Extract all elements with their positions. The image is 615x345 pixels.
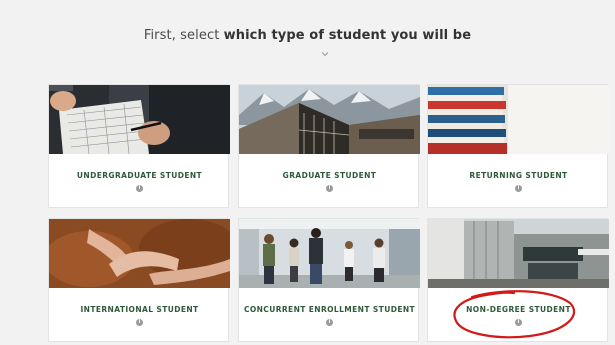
students-walking-hallway-photo <box>239 219 420 288</box>
info-icon[interactable]: i <box>136 319 143 326</box>
info-icon[interactable]: i <box>326 319 333 326</box>
card-non-degree-student[interactable]: NON-DEGREE STUDENT i <box>427 218 609 342</box>
chevron-down-icon <box>321 52 329 57</box>
card-international-student[interactable]: INTERNATIONAL STUDENT i <box>48 218 230 342</box>
info-icon[interactable]: i <box>136 185 143 192</box>
card-label: UNDERGRADUATE STUDENT <box>76 171 203 180</box>
card-label: CONCURRENT ENROLLMENT STUDENT <box>243 305 416 314</box>
page-heading: First, select which type of student you … <box>0 28 615 43</box>
heading-emphasis: which type of student you will be <box>223 28 472 43</box>
card-graduate-student[interactable]: GRADUATE STUDENT i <box>238 84 420 208</box>
card-label: GRADUATE STUDENT <box>282 171 377 180</box>
card-label: RETURNING STUDENT <box>469 171 568 180</box>
students-writing-at-desk-photo <box>49 85 230 154</box>
info-icon[interactable]: i <box>515 319 522 326</box>
card-returning-student[interactable]: RETURNING STUDENT i <box>427 84 609 208</box>
card-label: INTERNATIONAL STUDENT <box>80 305 199 314</box>
student-type-selection-page: First, select which type of student you … <box>0 0 615 345</box>
info-icon[interactable]: i <box>326 185 333 192</box>
modern-building-exterior-photo <box>428 219 609 288</box>
stack-of-books-photo <box>428 85 609 154</box>
hands-on-leather-photo <box>49 219 230 288</box>
info-icon[interactable]: i <box>515 185 522 192</box>
heading-prefix: First, select <box>143 28 220 43</box>
card-label: NON-DEGREE STUDENT <box>466 305 571 314</box>
card-concurrent-enrollment-student[interactable]: CONCURRENT ENROLLMENT STUDENT i <box>238 218 420 342</box>
card-undergraduate-student[interactable]: UNDERGRADUATE STUDENT i <box>48 84 230 208</box>
campus-building-mountains-photo <box>239 85 420 154</box>
